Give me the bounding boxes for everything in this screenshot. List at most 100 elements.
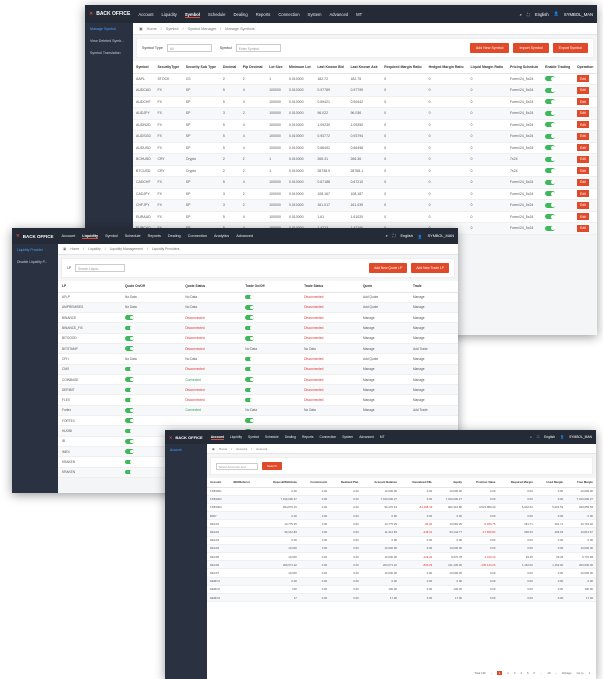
- edit-button[interactable]: Edit: [576, 167, 589, 175]
- menu-item-system[interactable]: System: [342, 435, 353, 439]
- toggle-switch[interactable]: [125, 397, 135, 403]
- cell-value[interactable]: Manage: [363, 367, 375, 371]
- column-header-minimum-lot[interactable]: Minimum Lot: [285, 61, 315, 74]
- toggle-switch[interactable]: [545, 76, 556, 82]
- table-row[interactable]: DEC06 200,071.22 0.00 0.00 200,071.22 -800.29…: [207, 560, 596, 570]
- breadcrumb-symbol-manager[interactable]: Symbol Manager: [188, 27, 217, 31]
- column-header-required-margin[interactable]: Required Margin: [498, 478, 536, 488]
- column-header-operation[interactable]: Operation: [573, 61, 597, 74]
- cell-value[interactable]: Manage: [413, 367, 425, 371]
- brand[interactable]: ✕ BACK OFFICE: [89, 11, 130, 17]
- edit-button[interactable]: Edit: [576, 132, 589, 140]
- edit-button[interactable]: Edit: [576, 155, 589, 163]
- table-row[interactable]: AUDJPY FX SP 3 2 100000 0.010000 96.022 96.036 0 0…: [133, 107, 597, 120]
- menu-item-account[interactable]: Account: [62, 234, 76, 238]
- search-icon[interactable]: ⌕: [520, 12, 522, 17]
- menu-item-symbol[interactable]: Symbol: [105, 234, 118, 238]
- table-row[interactable]: Fortex Connected No Data No Data Manage Add T…: [58, 405, 458, 417]
- table-row[interactable]: AUDCHF FX SP 5 4 100000 0.010000 0.59421 0.59442…: [133, 96, 597, 108]
- edit-button[interactable]: Edit: [576, 213, 589, 221]
- toggle-switch[interactable]: [545, 110, 556, 116]
- menu-item-liquidity[interactable]: Liquidity: [162, 12, 177, 17]
- table-row[interactable]: DEC02 99,312.83 0.00 0.00 11,312.83 -248.31 90…: [207, 527, 596, 537]
- toggle-switch[interactable]: [245, 418, 255, 423]
- brand[interactable]: ✕ BACK OFFICE: [169, 435, 203, 440]
- toggle-switch[interactable]: [125, 408, 135, 413]
- language-select[interactable]: English: [535, 12, 549, 17]
- table-row[interactable]: DEMO1 0.00 0.00 0.00 0.00 0.00 0.00 0.00 0.00 0.0…: [207, 577, 596, 586]
- toggle-switch[interactable]: [245, 397, 255, 403]
- symbol-type-select[interactable]: All: [166, 44, 212, 52]
- table-row[interactable]: BCHUSD CRY Crypto 2 2 1 0.010000 265.31 266.36 0 0…: [133, 153, 597, 166]
- table-row[interactable]: FXB1001 0.00 0.00 0.00 10,000.00 0.00 10,000.0…: [207, 487, 596, 496]
- menu-item-mt[interactable]: MT: [380, 435, 385, 439]
- menu-item-connection[interactable]: Connection: [320, 435, 337, 439]
- column-header-security-sub-type[interactable]: Security Sub Type: [182, 61, 220, 74]
- toggle-switch[interactable]: [125, 346, 135, 351]
- page-5[interactable]: 5: [527, 671, 529, 675]
- column-header-symbol[interactable]: Symbol: [133, 61, 155, 74]
- toggle-switch[interactable]: [245, 315, 255, 320]
- fullscreen-icon[interactable]: ⛶: [527, 12, 530, 17]
- edit-button[interactable]: Edit: [576, 86, 589, 94]
- table-row[interactable]: AUDCAD FX SP 5 4 100000 0.010000 0.97789 0.97799…: [133, 84, 597, 97]
- cell-value[interactable]: Manage: [413, 305, 425, 309]
- column-header-lp[interactable]: LP: [58, 281, 122, 293]
- table-row[interactable]: BINANCE_FIX Disconnected Disconnected Manag…: [58, 322, 458, 334]
- menu-item-analytics[interactable]: Analytics: [214, 234, 229, 238]
- column-header-quote-status[interactable]: Quote Status: [181, 281, 242, 293]
- edit-button[interactable]: Edit: [576, 224, 589, 232]
- table-row[interactable]: CADJPY FX SP 3 2 100000 0.010000 108.167 108.187…: [133, 188, 597, 200]
- language-select[interactable]: English: [544, 435, 555, 439]
- toggle-switch[interactable]: [545, 202, 556, 208]
- menu-item-advanced[interactable]: Advanced: [236, 234, 253, 238]
- menu-item-schedule[interactable]: Schedule: [125, 234, 141, 238]
- add-quote-lp-button[interactable]: Add New Quote LP: [369, 263, 408, 273]
- toggle-switch[interactable]: [245, 366, 255, 372]
- cell-value[interactable]: Manage: [363, 316, 375, 320]
- menu-item-connection[interactable]: Connection: [278, 12, 299, 17]
- toggle-switch[interactable]: [545, 133, 556, 139]
- table-row[interactable]: AUDSGD FX SP 5 4 100000 0.010000 0.93772 0.93794…: [133, 130, 597, 143]
- user-name[interactable]: SYMBOL_MAN: [564, 12, 593, 17]
- menu-item-schedule[interactable]: Schedule: [208, 12, 225, 17]
- cell-value[interactable]: Add Trade: [413, 408, 428, 412]
- column-header-quote[interactable]: Quote: [358, 281, 410, 293]
- edit-button[interactable]: Edit: [576, 109, 589, 117]
- column-header-unrealized-p-l[interactable]: Unrealized P&L: [399, 478, 436, 488]
- menu-item-connection[interactable]: Connection: [188, 234, 207, 238]
- table-row[interactable]: DEMO3 17 0.00 0.00 17.00 0.00 17.00 0.00 0.00 0.0…: [207, 593, 596, 603]
- toggle-switch[interactable]: [545, 225, 556, 231]
- menu-item-symbol[interactable]: Symbol: [248, 435, 259, 439]
- breadcrumb-account[interactable]: Account: [236, 447, 247, 451]
- breadcrumb-liquidity-management[interactable]: Liquidity Management: [110, 247, 143, 251]
- cell-value[interactable]: Manage: [413, 316, 425, 320]
- cell-value[interactable]: Manage: [413, 295, 425, 299]
- table-row[interactable]: COINBASE Connected Disconnected Manage Manag…: [58, 374, 458, 386]
- edit-button[interactable]: Edit: [576, 98, 589, 106]
- table-row[interactable]: DEC05 10,000 0.00 0.00 10,000.00 -229.22 9,970…: [207, 552, 596, 562]
- toggle-switch[interactable]: [125, 439, 135, 444]
- symbol-search-input[interactable]: Enter Symbol: [235, 44, 281, 52]
- toggle-switch[interactable]: [125, 377, 135, 382]
- column-header-account-balance[interactable]: Account Balance: [361, 478, 400, 488]
- import-symbol-button[interactable]: Import Symbol: [513, 43, 549, 53]
- sidebar-item-view-deleted-symb[interactable]: View Deleted Symb...: [85, 35, 133, 47]
- page-size-select[interactable]: 10/page: [561, 671, 571, 675]
- toggle-switch[interactable]: [545, 179, 556, 185]
- edit-button[interactable]: Edit: [576, 121, 589, 129]
- edit-button[interactable]: Edit: [576, 144, 589, 152]
- edit-button[interactable]: Edit: [576, 75, 589, 83]
- column-header-decimal[interactable]: Decimal: [219, 61, 240, 74]
- toggle-switch[interactable]: [245, 325, 255, 331]
- cell-value[interactable]: Manage: [413, 378, 425, 382]
- export-symbol-button[interactable]: Export Symbol: [552, 43, 588, 53]
- breadcrumb-home[interactable]: Home: [219, 447, 227, 451]
- cell-value[interactable]: Manage: [363, 408, 375, 412]
- breadcrumb-liquidity[interactable]: Liquidity: [88, 247, 100, 251]
- column-header-ibd-referrer[interactable]: IBD/Referrer: [230, 478, 261, 488]
- page-18[interactable]: 18: [547, 671, 550, 675]
- cell-value[interactable]: Manage: [363, 378, 375, 382]
- menu-item-dealing[interactable]: Dealing: [168, 234, 181, 238]
- cell-value[interactable]: Manage: [363, 398, 375, 402]
